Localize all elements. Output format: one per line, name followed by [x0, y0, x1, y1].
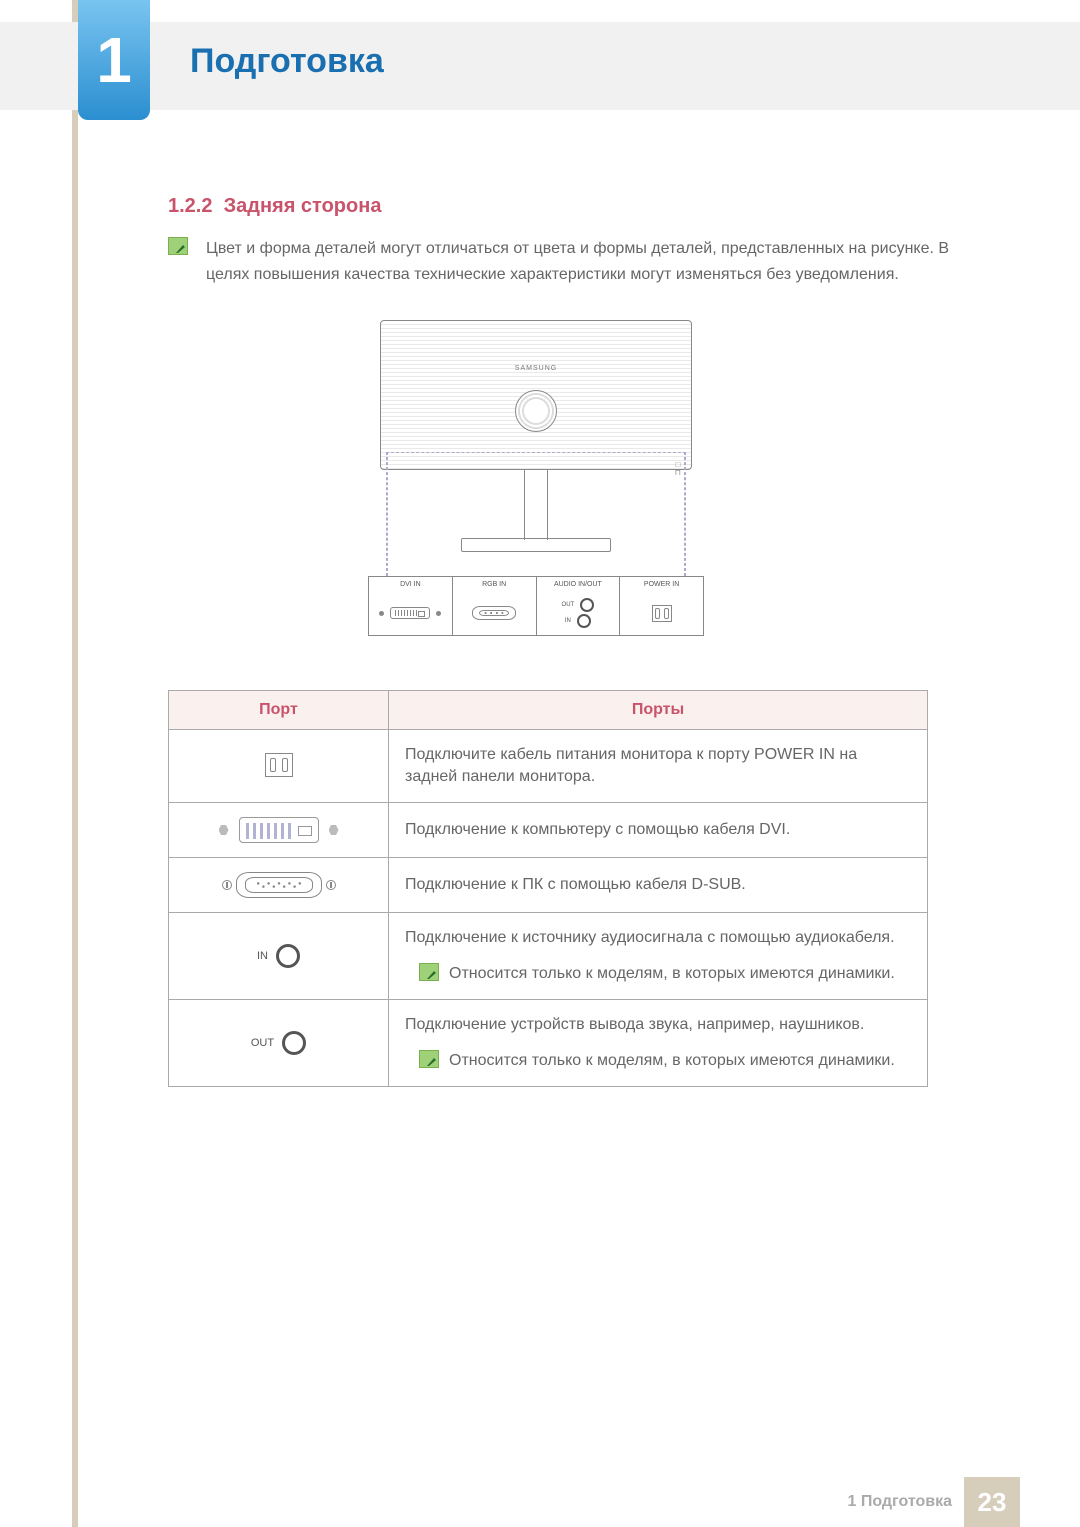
ports-panel: DVI IN RGB IN AUDIO IN/OUT OUT IN POWER … — [368, 576, 704, 636]
callout-line — [386, 452, 388, 576]
brand-logo: SAMSUNG — [515, 365, 557, 372]
footer-text: 1 Подготовка — [847, 1493, 952, 1511]
port-label: AUDIO IN/OUT — [554, 581, 602, 588]
chapter-badge: 1 — [78, 0, 150, 120]
port-group-audio: AUDIO IN/OUT OUT IN — [537, 577, 621, 635]
section-title: Задняя сторона — [224, 195, 382, 217]
port-group-dvi: DVI IN — [369, 577, 453, 635]
section-heading: 1.2.2 Задняя сторона — [168, 195, 381, 218]
dvi-icon — [390, 607, 430, 619]
jack-icon — [580, 598, 594, 612]
note-icon — [168, 237, 188, 255]
port-group-rgb: RGB IN — [453, 577, 537, 635]
audio-in-label: IN — [565, 618, 571, 624]
ports-table: Порт Порты Подключите кабель питания мон… — [168, 690, 928, 1087]
port-label: RGB IN — [482, 581, 506, 588]
note-text: Цвет и форма деталей могут отличаться от… — [206, 236, 966, 288]
footer-page: 23 — [964, 1477, 1020, 1527]
audio-out-label: OUT — [562, 602, 575, 608]
port-icon-cell — [169, 858, 389, 913]
footer: 1 Подготовка 23 — [0, 1477, 1080, 1527]
jack-icon — [577, 614, 591, 628]
note-icon — [419, 1050, 439, 1068]
lock-icon: □⊓ — [675, 461, 681, 477]
port-desc: Подключите кабель питания монитора к пор… — [389, 730, 928, 803]
port-icon-cell: IN — [169, 913, 389, 1000]
inline-note-text: Относится только к моделям, в которых им… — [449, 1050, 895, 1072]
table-row: Подключение к ПК с помощью кабеля D-SUB. — [169, 858, 928, 913]
table-row: Подключение к компьютеру с помощью кабел… — [169, 803, 928, 858]
inline-note-text: Относится только к моделям, в которых им… — [449, 963, 895, 985]
inline-note: Относится только к моделям, в которых им… — [405, 1050, 911, 1072]
power-icon — [265, 753, 293, 777]
dsub-icon — [472, 606, 516, 620]
th-ports: Порты — [389, 691, 928, 730]
audio-in-icon: IN — [257, 944, 300, 968]
stand-base — [461, 538, 611, 552]
th-port: Порт — [169, 691, 389, 730]
chapter-title: Подготовка — [190, 42, 384, 81]
port-desc: Подключение устройств вывода звука, напр… — [389, 1000, 928, 1087]
port-icon-cell: OUT — [169, 1000, 389, 1087]
table-row: IN Подключение к источнику аудиосигнала … — [169, 913, 928, 1000]
table-row: OUT Подключение устройств вывода звука, … — [169, 1000, 928, 1087]
port-icon-cell — [169, 803, 389, 858]
port-icon-cell — [169, 730, 389, 803]
dvi-icon — [219, 817, 339, 843]
port-label: POWER IN — [644, 581, 679, 588]
port-label: DVI IN — [400, 581, 421, 588]
port-desc: Подключение к источнику аудиосигнала с п… — [389, 913, 928, 1000]
port-group-power: POWER IN — [620, 577, 703, 635]
rear-diagram: SAMSUNG □⊓ DVI IN RGB IN AUDIO IN/OUT OU… — [380, 320, 692, 640]
section-number: 1.2.2 — [168, 195, 212, 217]
header-bar — [0, 22, 1080, 110]
callout-line — [684, 452, 686, 576]
power-icon — [652, 605, 672, 622]
left-stripe — [72, 0, 78, 1527]
note-icon — [419, 963, 439, 981]
callout-line — [386, 452, 686, 453]
audio-out-icon: OUT — [251, 1031, 306, 1055]
dsub-icon — [222, 872, 336, 898]
port-desc: Подключение к компьютеру с помощью кабел… — [389, 803, 928, 858]
table-row: Подключите кабель питания монитора к пор… — [169, 730, 928, 803]
inline-note: Относится только к моделям, в которых им… — [405, 963, 911, 985]
port-desc-text: Подключение к источнику аудиосигнала с п… — [405, 929, 895, 946]
port-desc-text: Подключение устройств вывода звука, напр… — [405, 1016, 864, 1033]
stand-neck — [524, 470, 548, 540]
port-desc: Подключение к ПК с помощью кабеля D-SUB. — [389, 858, 928, 913]
